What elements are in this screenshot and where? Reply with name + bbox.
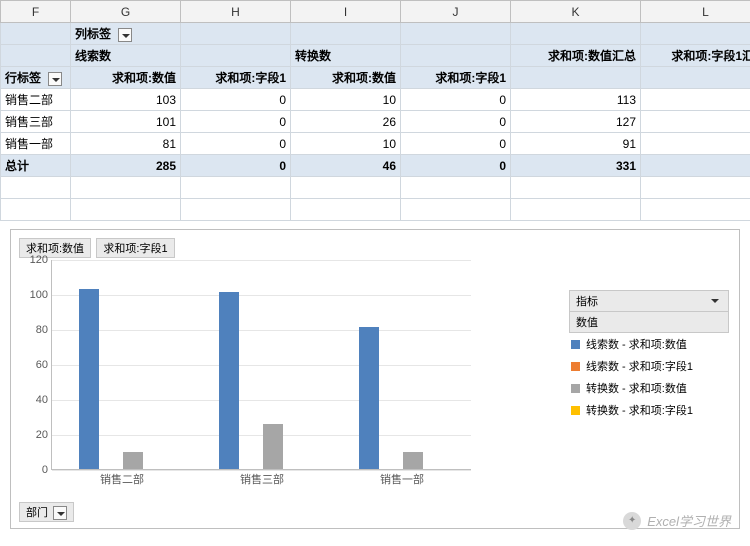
bar[interactable] [79, 289, 99, 469]
row-labels-dropdown-icon[interactable] [48, 72, 62, 86]
group-leads: 线索数 [71, 45, 181, 67]
table-row[interactable]: 销售三部 101 0 26 0 127 0 [1, 111, 750, 133]
axis-field-chip[interactable]: 部门 [19, 502, 76, 522]
fld-col1: 求和项:字段1 [181, 67, 291, 89]
x-category: 销售三部 [202, 471, 322, 487]
bar[interactable] [359, 327, 379, 469]
legend-item[interactable]: 转换数 - 求和项:数值 [569, 377, 729, 399]
x-category: 销售二部 [62, 471, 182, 487]
col-labels-title: 列标签 [75, 27, 111, 41]
col-J[interactable]: J [401, 1, 511, 23]
legend-swatch-icon [571, 384, 580, 393]
table-row[interactable]: 销售二部 103 0 10 0 113 0 [1, 89, 750, 111]
row-label: 销售二部 [1, 89, 71, 111]
val-col1: 求和项:数值 [71, 67, 181, 89]
val-col2: 求和项:数值 [291, 67, 401, 89]
column-labels-dropdown-icon[interactable] [118, 28, 132, 42]
watermark: ✦ Excel学习世界 [623, 511, 731, 530]
row-label: 销售一部 [1, 133, 71, 155]
y-tick: 20 [22, 429, 48, 441]
legend-item[interactable]: 线索数 - 求和项:字段1 [569, 355, 729, 377]
bar[interactable] [403, 452, 423, 470]
wechat-icon: ✦ [623, 512, 641, 530]
pivot-chart[interactable]: 求和项:数值 求和项:字段1 020406080100120销售二部销售三部销售… [10, 229, 740, 529]
grand-total-row[interactable]: 总计 285 0 46 0 331 0 [1, 155, 750, 177]
total-label: 总计 [1, 155, 71, 177]
y-tick: 40 [22, 394, 48, 406]
chip-field1[interactable]: 求和项:字段1 [96, 238, 174, 258]
fld-col2: 求和项:字段1 [401, 67, 511, 89]
legend-item[interactable]: 转换数 - 求和项:字段1 [569, 399, 729, 421]
legend-swatch-icon [571, 362, 580, 371]
bar[interactable] [123, 452, 143, 470]
row-label: 销售三部 [1, 111, 71, 133]
plot-area: 020406080100120销售二部销售三部销售一部 [51, 260, 471, 470]
x-category: 销售一部 [342, 471, 462, 487]
y-tick: 120 [22, 254, 48, 266]
table-row[interactable]: 销售一部 81 0 10 0 91 0 [1, 133, 750, 155]
col-I[interactable]: I [291, 1, 401, 23]
bar[interactable] [263, 424, 283, 470]
col-G[interactable]: G [71, 1, 181, 23]
y-tick: 0 [22, 464, 48, 476]
col-F[interactable]: F [1, 1, 71, 23]
bar[interactable] [219, 292, 239, 469]
sum-field1-hdr: 求和项:字段1汇总 [641, 45, 750, 67]
legend-sub: 数值 [569, 312, 729, 333]
field-chips: 求和项:数值 求和项:字段1 [19, 238, 731, 258]
y-tick: 100 [22, 289, 48, 301]
column-header-row: F G H I J K L [1, 1, 750, 23]
legend-item[interactable]: 线索数 - 求和项:数值 [569, 333, 729, 355]
col-L[interactable]: L [641, 1, 750, 23]
col-H[interactable]: H [181, 1, 291, 23]
legend: 指标 数值 线索数 - 求和项:数值线索数 - 求和项:字段1转换数 - 求和项… [569, 290, 729, 421]
row-labels-title: 行标签 [5, 71, 41, 85]
sum-value-hdr: 求和项:数值汇总 [511, 45, 641, 67]
y-tick: 80 [22, 324, 48, 336]
legend-swatch-icon [571, 340, 580, 349]
col-K[interactable]: K [511, 1, 641, 23]
legend-swatch-icon [571, 406, 580, 415]
chevron-down-icon[interactable] [708, 294, 722, 308]
y-tick: 60 [22, 359, 48, 371]
spreadsheet-grid[interactable]: F G H I J K L 列标签 线索数 转换数 求和项:数值汇总 求和项:字… [0, 0, 750, 221]
chevron-down-icon[interactable] [53, 506, 67, 520]
group-conv: 转换数 [291, 45, 401, 67]
legend-header[interactable]: 指标 [569, 290, 729, 312]
